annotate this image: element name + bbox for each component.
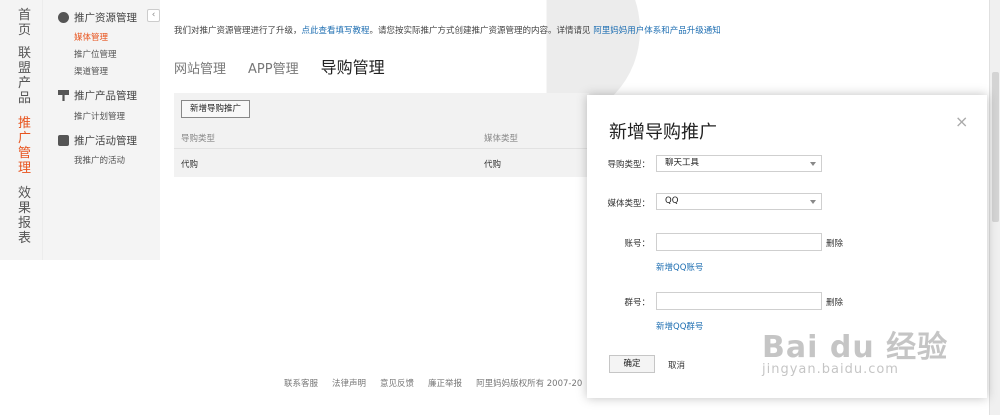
media-type-label: 媒体类型： [607, 199, 650, 209]
gear-icon [58, 135, 69, 146]
tab-website-management[interactable]: 网站管理 [174, 58, 226, 77]
tab-guide-management[interactable]: 导购管理 [321, 54, 385, 78]
baidu-jingyan-watermark: Bai du 经验 jingyan.baidu.com [762, 322, 948, 377]
sidebar-group-products[interactable]: 推广产品管理 [58, 88, 137, 103]
confirm-button[interactable]: 确定 [609, 355, 655, 373]
sidebar-item-my-activities[interactable]: 我推广的活动 [74, 154, 125, 166]
media-type-select[interactable]: QQ [656, 193, 822, 210]
dialog-title: 新增导购推广 [609, 122, 717, 143]
tab-app-management[interactable]: APP管理 [248, 58, 299, 77]
chevron-left-icon[interactable]: ‹ [147, 9, 160, 22]
footer-link-report[interactable]: 廉正举报 [428, 377, 462, 389]
tutorial-link[interactable]: 点此查看填写教程 [302, 26, 370, 36]
group-delete-link[interactable]: 删除 [826, 296, 843, 308]
pin-icon [58, 90, 69, 101]
scrollbar-thumb[interactable] [992, 72, 999, 222]
resource-tabs: 网站管理 APP管理 导购管理 [174, 54, 407, 78]
chevron-down-icon [810, 162, 816, 166]
nav-performance-reports[interactable]: 效果报表 [18, 186, 34, 246]
add-qq-account-link[interactable]: 新增QQ账号 [656, 261, 703, 273]
account-delete-link[interactable]: 删除 [826, 237, 843, 249]
nav-promotion-management[interactable]: 推广管理 [18, 116, 34, 176]
page-footer: 联系客服 法律声明 意见反馈 廉正举报 阿里妈妈版权所有 2007-20 [284, 377, 596, 389]
globe-icon [58, 12, 69, 23]
sidebar-group-label: 推广资源管理 [74, 12, 137, 24]
sidebar-item-media-management[interactable]: 媒体管理 [74, 31, 108, 43]
footer-link-legal[interactable]: 法律声明 [332, 377, 366, 389]
nav-home[interactable]: 首页 [18, 8, 34, 38]
guide-type-value: 聊天工具 [665, 158, 700, 168]
page-scrollbar[interactable] [989, 0, 1000, 415]
sidebar-item-adzone-management[interactable]: 推广位管理 [74, 48, 117, 60]
watermark-logo-text: Bai du 经验 [762, 330, 949, 365]
account-input[interactable] [656, 233, 822, 251]
account-label: 账号： [624, 239, 650, 249]
media-type-value: QQ [665, 196, 679, 206]
sidebar-item-plan-management[interactable]: 推广计划管理 [74, 110, 125, 122]
footer-copyright: 阿里妈妈版权所有 2007-20 [476, 379, 583, 389]
close-icon[interactable]: × [955, 112, 968, 131]
table-cell-media-type: 代购 [484, 160, 502, 170]
column-header-media-type: 媒体类型 [484, 134, 519, 144]
add-qq-group-link[interactable]: 新增QQ群号 [656, 320, 703, 332]
group-label: 群号： [624, 298, 650, 308]
chevron-down-icon [810, 200, 816, 204]
upgrade-notice: 我们对推广资源管理进行了升级，点此查看填写教程。请您按实际推广方式创建推广资源管… [174, 26, 721, 36]
cancel-button[interactable]: 取消 [668, 359, 685, 371]
guide-type-select[interactable]: 聊天工具 [656, 155, 822, 172]
table-cell-guide-type: 代购 [181, 160, 199, 170]
guide-type-label: 导购类型： [607, 160, 650, 170]
sidebar-group-resources[interactable]: 推广资源管理 [58, 10, 137, 25]
table-divider [174, 148, 589, 149]
add-guide-promotion-button[interactable]: 新增导购推广 [181, 100, 250, 118]
sidebar-group-label: 推广产品管理 [74, 90, 137, 102]
primary-nav: 首页 联盟产品 推广管理 效果报表 [0, 0, 42, 260]
footer-link-contact[interactable]: 联系客服 [284, 377, 318, 389]
group-input[interactable] [656, 292, 822, 310]
column-header-guide-type: 导购类型 [181, 134, 216, 144]
sidebar-group-label: 推广活动管理 [74, 135, 137, 147]
footer-link-feedback[interactable]: 意见反馈 [380, 377, 414, 389]
nav-alliance-products[interactable]: 联盟产品 [18, 46, 34, 106]
sidebar-item-channel-management[interactable]: 渠道管理 [74, 65, 108, 77]
upgrade-notice-link[interactable]: 阿里妈妈用户体系和产品升级通知 [593, 26, 721, 36]
sidebar-group-activities[interactable]: 推广活动管理 [58, 133, 137, 148]
